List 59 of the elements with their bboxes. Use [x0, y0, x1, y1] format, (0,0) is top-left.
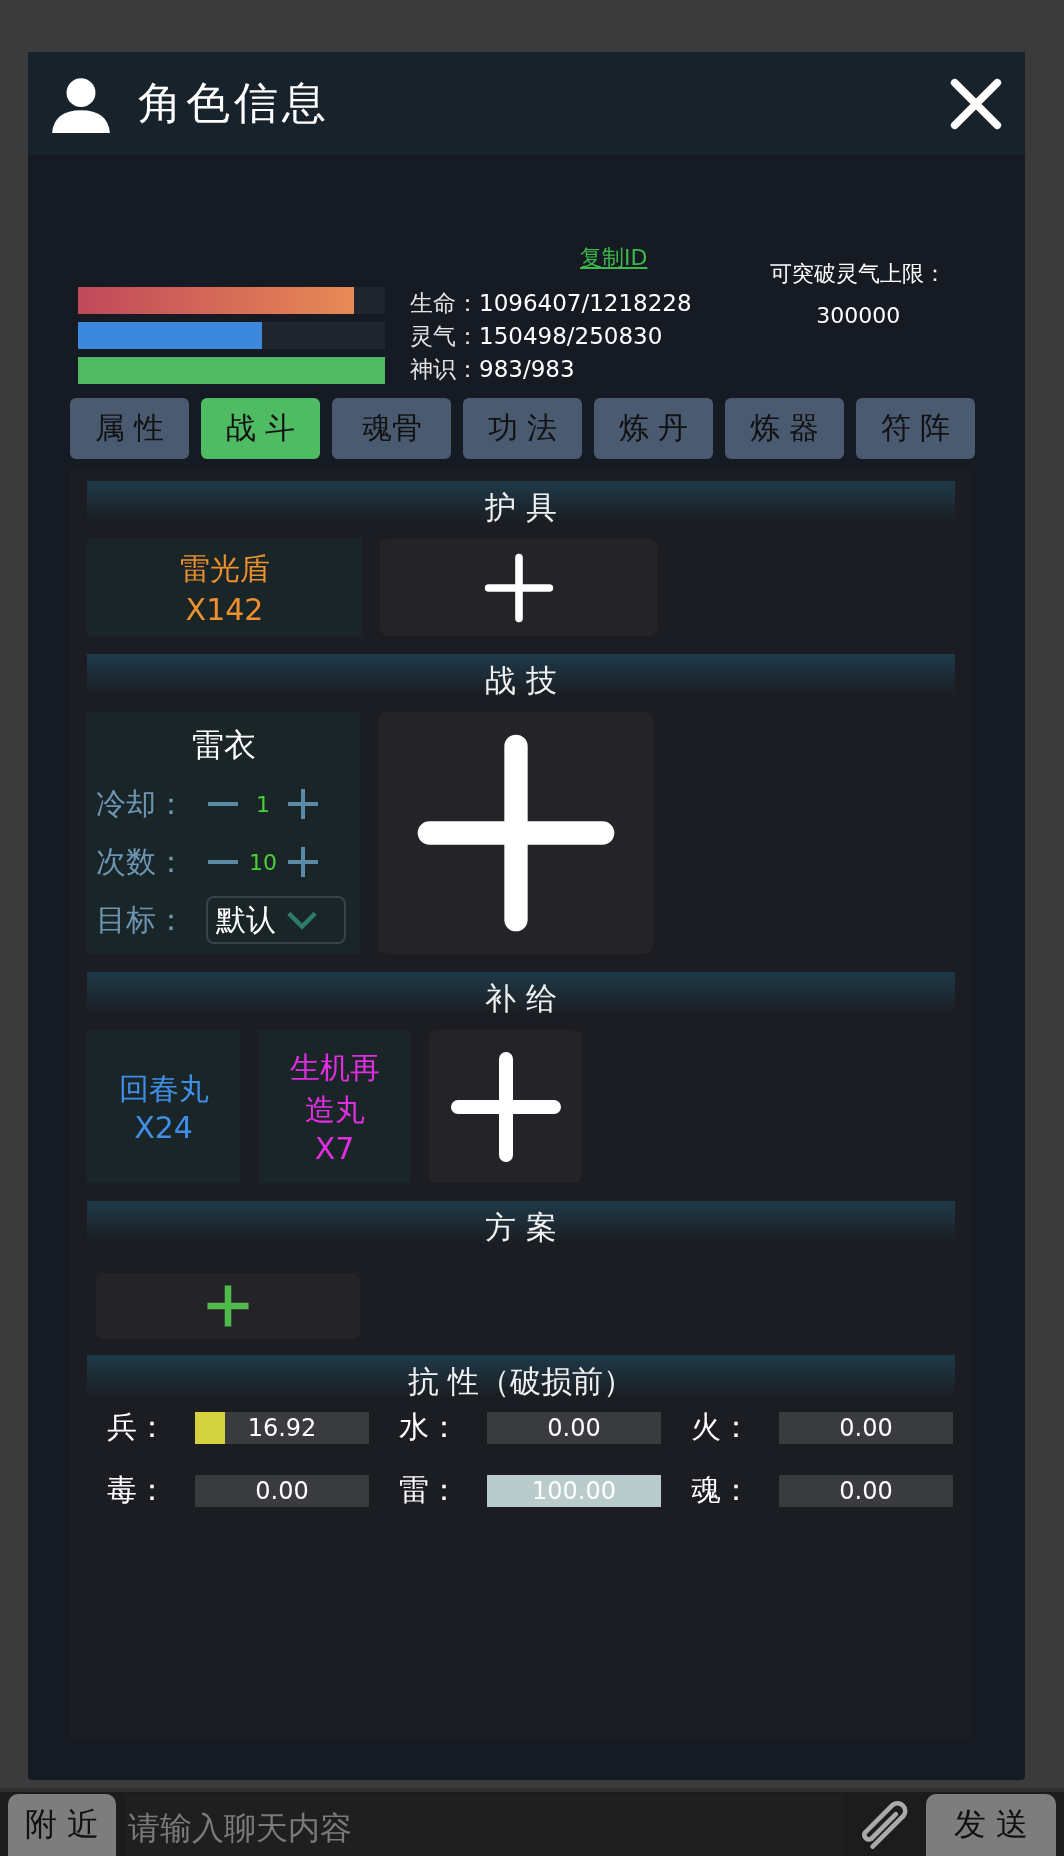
add-button[interactable]: [378, 712, 653, 954]
tab[interactable]: 符 阵: [856, 398, 975, 459]
item-name: 生机再造丸: [288, 1049, 381, 1129]
item-count: X24: [134, 1110, 193, 1145]
setting-label: 冷却：: [96, 784, 187, 823]
resistance-value: 0.00: [838, 1475, 894, 1507]
tab[interactable]: 战 斗: [201, 398, 320, 459]
skill-name: 雷衣: [191, 725, 256, 766]
resistance-label: 魂：: [691, 1471, 752, 1509]
send-button[interactable]: 发 送: [926, 1794, 1056, 1856]
add-plan-button[interactable]: [96, 1273, 360, 1339]
item-name: 雷光盾: [179, 549, 270, 588]
setting-label: 次数：: [96, 842, 187, 881]
stat-value: 1096407/1218228: [479, 289, 692, 318]
tab[interactable]: 炼 器: [725, 398, 844, 459]
section-header: 抗 性（破损前）: [87, 1355, 955, 1397]
plus-icon[interactable]: [286, 845, 320, 879]
item-count: X7: [314, 1131, 355, 1166]
tab[interactable]: 功 法: [463, 398, 582, 459]
resistance-label: 雷：: [399, 1471, 460, 1509]
plus-icon: [415, 733, 616, 933]
stat-value: 983/983: [479, 355, 575, 384]
item-slot[interactable]: 雷光盾 X142: [87, 539, 362, 636]
section-header: 方 案: [87, 1201, 955, 1243]
setting-label: 目标：: [96, 900, 187, 939]
setting-value: 10: [248, 849, 278, 875]
tab[interactable]: 炼 丹: [594, 398, 713, 459]
resistance-value: 0.00: [838, 1412, 894, 1444]
tab[interactable]: 魂骨: [332, 398, 451, 459]
window-title: 角色信息: [138, 76, 331, 130]
resistance-label: 水：: [399, 1408, 460, 1446]
stat-label: 生命：: [410, 289, 479, 318]
resistance-value: 0.00: [254, 1475, 310, 1507]
resistance-label: 兵：: [107, 1408, 168, 1446]
setting-value: 1: [255, 791, 271, 817]
item-slot[interactable]: 回春丸 X24: [87, 1030, 240, 1183]
resistance-value: 16.92: [246, 1412, 318, 1444]
item-count: X142: [185, 591, 264, 627]
section-header: 护 具: [87, 481, 955, 523]
resistance-value: 0.00: [546, 1412, 602, 1444]
target-dropdown[interactable]: 默认: [206, 896, 346, 944]
breakthrough-label: 可突破灵气上限：: [770, 260, 947, 288]
add-button[interactable]: [429, 1030, 582, 1183]
stat-label: 灵气：: [410, 322, 479, 351]
resistance-label: 毒：: [107, 1471, 168, 1509]
stat-label: 神识：: [410, 355, 479, 384]
breakthrough-value: 300000: [816, 303, 901, 328]
section-header: 战 技: [87, 654, 955, 696]
copy-id-link[interactable]: 复制ID: [580, 243, 648, 273]
channel-button[interactable]: 附 近: [8, 1794, 116, 1856]
add-button[interactable]: [380, 539, 657, 636]
item-name: 回春丸: [117, 1070, 210, 1108]
item-slot[interactable]: 生机再造丸 X7: [258, 1030, 411, 1183]
stat-value: 150498/250830: [479, 322, 663, 351]
resistance-value: 100.00: [531, 1475, 617, 1507]
tab[interactable]: 属 性: [70, 398, 189, 459]
plus-icon[interactable]: [286, 787, 320, 821]
section-header: 补 给: [87, 972, 955, 1014]
resistance-label: 火：: [691, 1408, 752, 1446]
